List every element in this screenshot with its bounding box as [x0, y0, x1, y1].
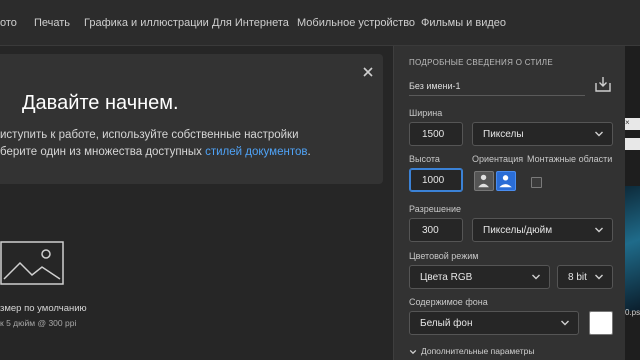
advanced-options-label: Дополнительные параметры [421, 346, 535, 356]
preset-size: к 5 дюйм @ 300 ppi [0, 318, 77, 328]
height-label: Высота [409, 154, 440, 164]
welcome-title: Давайте начнем. [22, 92, 179, 114]
width-unit-value: Пикселы [483, 129, 524, 140]
tab-art-illustration[interactable]: Графика и иллюстрации [84, 17, 209, 29]
tab-film-video[interactable]: Фильмы и видео [421, 17, 506, 29]
preset-name[interactable]: змер по умолчанию [0, 303, 87, 314]
chevron-down-icon [532, 274, 540, 280]
artboards-label: Монтажные области [527, 154, 613, 164]
welcome-text-line-2: берите один из множества доступных стиле… [0, 146, 311, 158]
presets-area: Давайте начнем. иступить к работе, испол… [0, 46, 393, 360]
height-input[interactable]: 1000 [409, 168, 463, 192]
document-presets-link[interactable]: стилей документов [205, 146, 307, 158]
artboards-checkbox[interactable] [531, 177, 542, 188]
tab-web[interactable]: Для Интернета [212, 17, 289, 29]
tab-mobile[interactable]: Мобильное устройство [297, 17, 415, 29]
right-edge-strip: × 0.ps [625, 46, 640, 360]
bit-depth-value: 8 bit [568, 272, 587, 283]
welcome-text-prefix: берите один из множества доступных [0, 146, 206, 158]
width-label: Ширина [409, 108, 443, 118]
color-mode-value: Цвета RGB [420, 272, 473, 283]
panel-header: ПОДРОБНЫЕ СВЕДЕНИЯ О СТИЛЕ [409, 58, 553, 67]
chevron-down-icon [595, 274, 603, 280]
orientation-label: Ориентация [472, 154, 524, 164]
orientation-landscape-button[interactable] [496, 171, 516, 191]
document-name-input[interactable]: Без имени-1 [409, 76, 585, 96]
chevron-down-icon [595, 131, 603, 137]
bit-depth-dropdown[interactable]: 8 bit [557, 265, 613, 289]
right-edge-chip: × [625, 118, 640, 130]
background-contents-value: Белый фон [420, 318, 473, 329]
preset-details-panel: ПОДРОБНЫЕ СВЕДЕНИЯ О СТИЛЕ Без имени-1 Ш… [393, 46, 625, 360]
close-icon[interactable] [360, 64, 376, 80]
landscape-icon [499, 175, 512, 188]
recent-file-name: 0.ps [625, 308, 640, 317]
advanced-options-toggle[interactable]: Дополнительные параметры [409, 346, 534, 356]
preset-category-tabs: ото Печать Графика и иллюстрации Для Инт… [0, 0, 640, 46]
portrait-icon [478, 174, 489, 188]
welcome-card: Давайте начнем. иступить к работе, испол… [0, 54, 383, 184]
background-color-swatch[interactable] [589, 311, 613, 335]
image-placeholder-icon[interactable] [0, 241, 64, 285]
width-input[interactable]: 1500 [409, 122, 463, 146]
recent-file-thumbnail[interactable] [625, 186, 640, 311]
chevron-down-icon [595, 227, 603, 233]
tab-photo[interactable]: ото [0, 17, 17, 29]
welcome-text-suffix: . [307, 146, 311, 158]
color-mode-label: Цветовой режим [409, 251, 479, 261]
resolution-label: Разрешение [409, 204, 461, 214]
save-preset-icon[interactable] [594, 75, 612, 93]
right-edge-chip [625, 138, 640, 150]
color-mode-dropdown[interactable]: Цвета RGB [409, 265, 550, 289]
tab-print[interactable]: Печать [34, 17, 70, 29]
welcome-text-line-1: иступить к работе, используйте собственн… [0, 129, 299, 141]
background-contents-label: Содержимое фона [409, 297, 488, 307]
chevron-down-icon [409, 349, 417, 354]
resolution-unit-value: Пикселы/дюйм [483, 225, 553, 236]
background-contents-dropdown[interactable]: Белый фон [409, 311, 579, 335]
orientation-portrait-button[interactable] [474, 171, 494, 191]
chevron-down-icon [561, 320, 569, 326]
resolution-input[interactable]: 300 [409, 218, 463, 242]
resolution-unit-dropdown[interactable]: Пикселы/дюйм [472, 218, 613, 242]
width-unit-dropdown[interactable]: Пикселы [472, 122, 613, 146]
